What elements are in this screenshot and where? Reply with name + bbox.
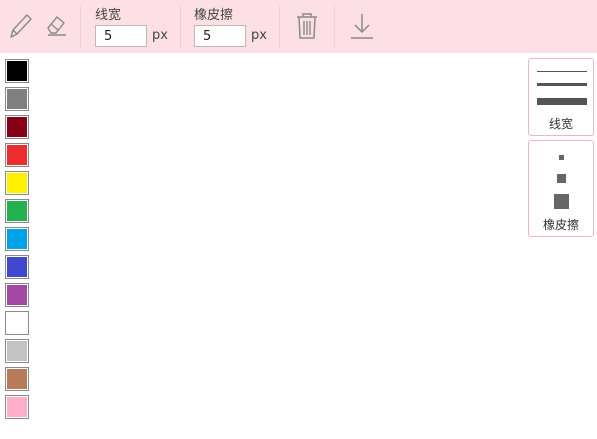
toolbar-divider [279,6,280,48]
eraser-size-label: 橡皮擦 [194,8,234,23]
color-swatch-fill [7,229,27,249]
color-swatch-fill [7,313,27,333]
color-swatch[interactable] [5,395,29,419]
line-width-panel[interactable]: 线宽 [528,58,594,136]
color-swatch-fill [7,397,27,417]
toolbar-divider [180,6,181,48]
color-palette [5,59,29,423]
line-width-input[interactable] [95,25,147,47]
color-swatch[interactable] [5,87,29,111]
eraser-icon[interactable] [44,12,70,38]
pencil-icon[interactable] [8,12,34,40]
color-swatch-fill [7,285,27,305]
color-swatch[interactable] [5,143,29,167]
small-eraser-option[interactable] [559,155,564,160]
medium-eraser-option[interactable] [557,174,566,183]
color-swatch[interactable] [5,59,29,83]
color-swatch[interactable] [5,339,29,363]
download-icon[interactable] [349,12,375,40]
color-swatch-fill [7,201,27,221]
color-swatch-fill [7,257,27,277]
color-swatch-fill [7,89,27,109]
color-swatch[interactable] [5,199,29,223]
line-width-label: 线宽 [95,8,122,23]
drawing-canvas[interactable] [32,53,524,439]
color-swatch[interactable] [5,311,29,335]
color-swatch-fill [7,173,27,193]
eraser-size-input[interactable] [194,25,246,47]
color-swatch[interactable] [5,367,29,391]
toolbar: 线宽 px 橡皮擦 px [0,0,597,53]
toolbar-divider [334,6,335,48]
color-swatch[interactable] [5,255,29,279]
thin-line-option[interactable] [537,71,587,72]
color-swatch-fill [7,369,27,389]
thick-line-option[interactable] [537,98,587,105]
medium-line-option[interactable] [537,83,587,86]
color-swatch-fill [7,117,27,137]
eraser-size-panel[interactable]: 橡皮擦 [528,140,594,237]
line-width-unit: px [152,28,168,43]
color-swatch-fill [7,145,27,165]
color-swatch-fill [7,61,27,81]
trash-icon[interactable] [295,12,319,40]
eraser-size-panel-label: 橡皮擦 [542,218,579,232]
line-width-panel-label: 线宽 [548,117,573,131]
color-swatch[interactable] [5,171,29,195]
large-eraser-option[interactable] [554,194,569,209]
color-swatch-fill [7,341,27,361]
color-swatch[interactable] [5,115,29,139]
color-swatch[interactable] [5,227,29,251]
eraser-size-unit: px [251,28,267,43]
color-swatch[interactable] [5,283,29,307]
toolbar-divider [80,6,81,48]
